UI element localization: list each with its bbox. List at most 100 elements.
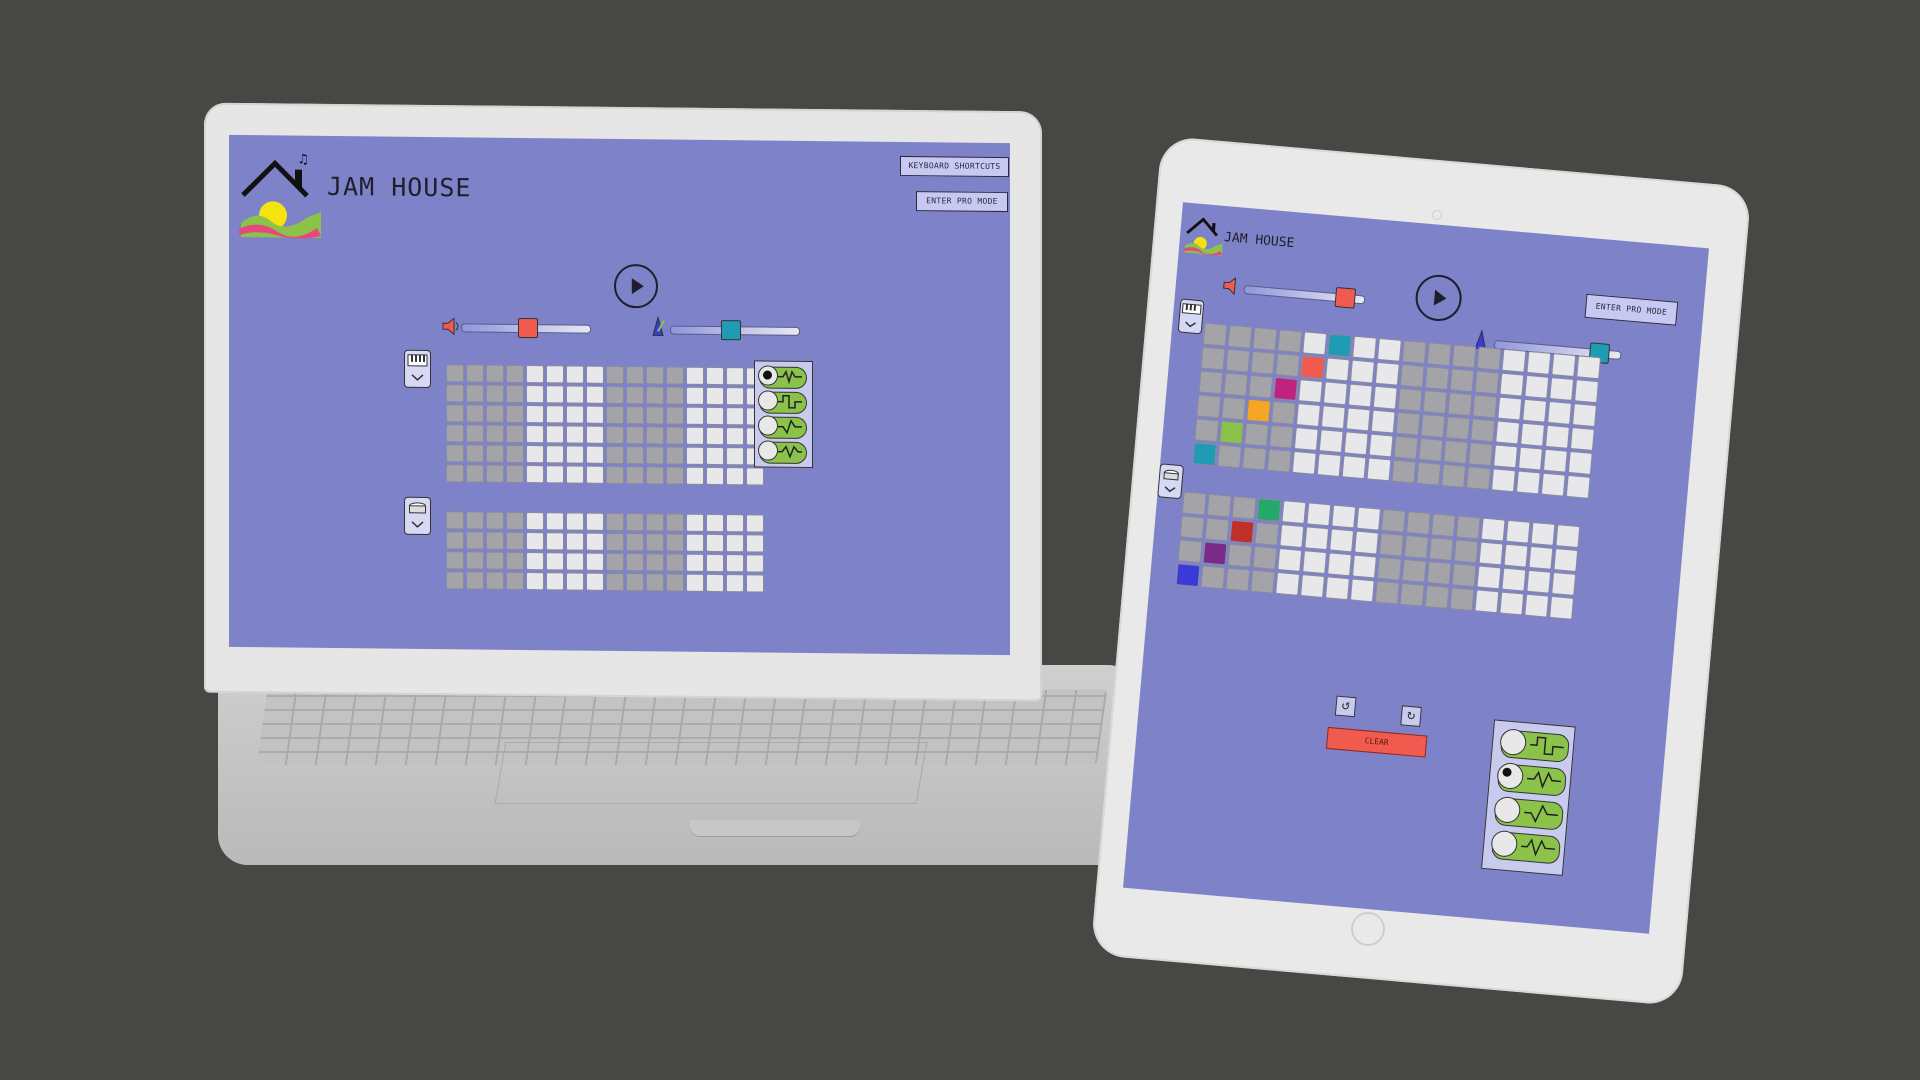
wave-option[interactable]: [1493, 795, 1565, 831]
step-cell[interactable]: [626, 573, 644, 592]
step-cell[interactable]: [686, 533, 704, 552]
step-cell[interactable]: [1426, 561, 1452, 585]
step-cell[interactable]: [1416, 461, 1442, 486]
step-cell[interactable]: [1449, 587, 1475, 612]
step-cell[interactable]: [1499, 372, 1525, 397]
step-cell[interactable]: [526, 425, 544, 444]
step-cell[interactable]: [606, 532, 624, 552]
step-cell[interactable]: [486, 551, 504, 570]
step-cell[interactable]: [1576, 355, 1602, 380]
keyboard-instrument-card[interactable]: [1177, 298, 1205, 335]
step-cell[interactable]: [1347, 383, 1373, 408]
step-cell[interactable]: [1567, 450, 1593, 475]
step-cell[interactable]: [586, 365, 604, 384]
radio-button[interactable]: [1499, 728, 1528, 757]
clear-button[interactable]: CLEAR: [1325, 726, 1428, 758]
step-cell[interactable]: [606, 425, 624, 445]
step-cell[interactable]: [1376, 556, 1402, 581]
step-cell[interactable]: [666, 553, 684, 572]
step-cell[interactable]: [1574, 379, 1599, 404]
step-cell[interactable]: [446, 404, 464, 423]
step-cell[interactable]: [486, 444, 504, 463]
step-cell[interactable]: [1515, 470, 1541, 495]
step-cell[interactable]: [1179, 515, 1205, 540]
step-cell[interactable]: [1522, 398, 1548, 423]
radio-button[interactable]: [1490, 829, 1519, 858]
step-cell[interactable]: [1250, 350, 1276, 375]
step-cell[interactable]: [626, 513, 644, 532]
step-cell[interactable]: [666, 406, 684, 425]
radio-button[interactable]: [758, 440, 778, 461]
step-cell[interactable]: [526, 385, 544, 404]
step-cell[interactable]: [726, 447, 744, 466]
step-cell[interactable]: [1379, 532, 1404, 557]
step-cell[interactable]: [1343, 431, 1369, 456]
step-cell[interactable]: [526, 365, 544, 384]
step-cell[interactable]: [666, 386, 684, 405]
step-cell[interactable]: [1451, 344, 1477, 369]
step-cell[interactable]: [1401, 340, 1427, 364]
step-cell[interactable]: [1374, 361, 1400, 386]
step-cell[interactable]: [1470, 418, 1496, 443]
step-cell[interactable]: [1202, 322, 1228, 347]
step-cell[interactable]: [1524, 374, 1550, 399]
step-cell[interactable]: [486, 404, 504, 423]
step-cell[interactable]: [1242, 446, 1267, 471]
step-cell[interactable]: [746, 467, 764, 486]
step-cell[interactable]: [1302, 331, 1328, 356]
step-cell[interactable]: [546, 512, 564, 531]
step-cell[interactable]: [446, 551, 464, 570]
step-cell[interactable]: [446, 384, 464, 403]
step-cell[interactable]: [486, 571, 504, 590]
step-cell[interactable]: [646, 553, 664, 572]
step-cell[interactable]: [486, 531, 504, 550]
step-cell[interactable]: [1493, 444, 1518, 469]
step-cell[interactable]: [1399, 582, 1425, 607]
step-cell[interactable]: [506, 364, 524, 383]
step-cell[interactable]: [546, 572, 564, 591]
step-cell[interactable]: [706, 426, 724, 446]
step-cell[interactable]: [1495, 420, 1521, 445]
step-cell[interactable]: [1422, 390, 1448, 414]
radio-button[interactable]: [1493, 795, 1522, 824]
step-cell[interactable]: [1455, 515, 1481, 540]
step-cell[interactable]: [1254, 521, 1280, 546]
step-cell[interactable]: [1327, 333, 1353, 358]
step-cell[interactable]: [526, 465, 544, 484]
step-cell[interactable]: [526, 572, 544, 591]
step-cell[interactable]: [1551, 571, 1577, 596]
step-cell[interactable]: [1200, 565, 1226, 590]
step-cell[interactable]: [446, 444, 464, 463]
step-cell[interactable]: [546, 465, 564, 484]
step-cell[interactable]: [1225, 567, 1251, 592]
wave-option[interactable]: [1490, 829, 1562, 865]
step-cell[interactable]: [1545, 424, 1570, 449]
step-cell[interactable]: [586, 552, 604, 571]
step-cell[interactable]: [1217, 444, 1242, 469]
step-cell[interactable]: [1331, 504, 1357, 529]
step-cell[interactable]: [1291, 450, 1317, 475]
step-cell[interactable]: [686, 446, 704, 465]
step-cell[interactable]: [726, 407, 744, 426]
step-cell[interactable]: [1202, 541, 1228, 566]
step-cell[interactable]: [1526, 350, 1552, 375]
step-cell[interactable]: [1325, 576, 1350, 601]
step-cell[interactable]: [466, 364, 484, 383]
tempo-thumb[interactable]: [721, 320, 741, 341]
wave-option[interactable]: [758, 365, 807, 389]
step-cell[interactable]: [1221, 396, 1247, 421]
step-cell[interactable]: [686, 366, 704, 385]
step-cell[interactable]: [1246, 398, 1272, 423]
step-cell[interactable]: [1252, 545, 1278, 570]
step-cell[interactable]: [1275, 353, 1301, 378]
drum-instrument-card[interactable]: [1157, 463, 1185, 500]
step-cell[interactable]: [1306, 502, 1332, 527]
step-cell[interactable]: [1271, 400, 1296, 425]
step-cell[interactable]: [1177, 539, 1203, 564]
step-cell[interactable]: [1555, 524, 1581, 549]
step-cell[interactable]: [546, 365, 564, 384]
wave-option[interactable]: [758, 415, 807, 439]
step-cell[interactable]: [526, 532, 544, 551]
step-cell[interactable]: [1192, 442, 1218, 467]
step-cell[interactable]: [1352, 335, 1377, 360]
